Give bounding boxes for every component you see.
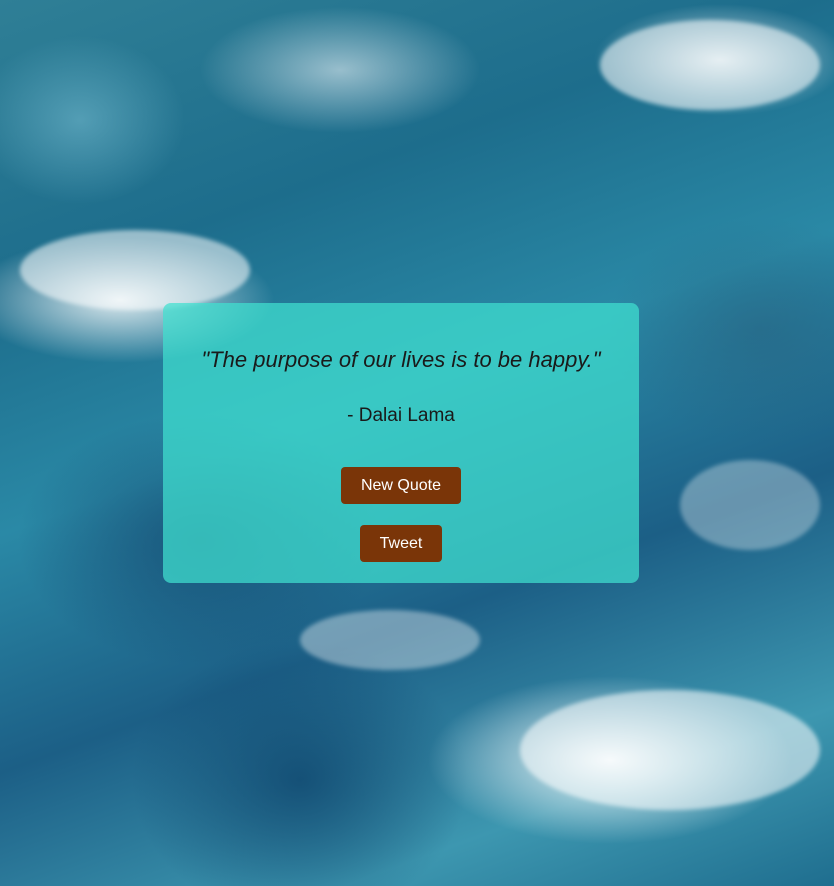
foam-patch (680, 460, 820, 550)
foam-patch (600, 20, 820, 110)
quote-author: - Dalai Lama (347, 405, 455, 426)
new-quote-button[interactable]: New Quote (341, 467, 461, 504)
foam-patch (300, 610, 480, 670)
quote-card: "The purpose of our lives is to be happy… (163, 303, 639, 583)
tweet-button[interactable]: Tweet (360, 525, 442, 562)
quote-text: "The purpose of our lives is to be happy… (201, 347, 601, 372)
foam-patch (20, 230, 250, 310)
foam-patch (520, 690, 820, 810)
